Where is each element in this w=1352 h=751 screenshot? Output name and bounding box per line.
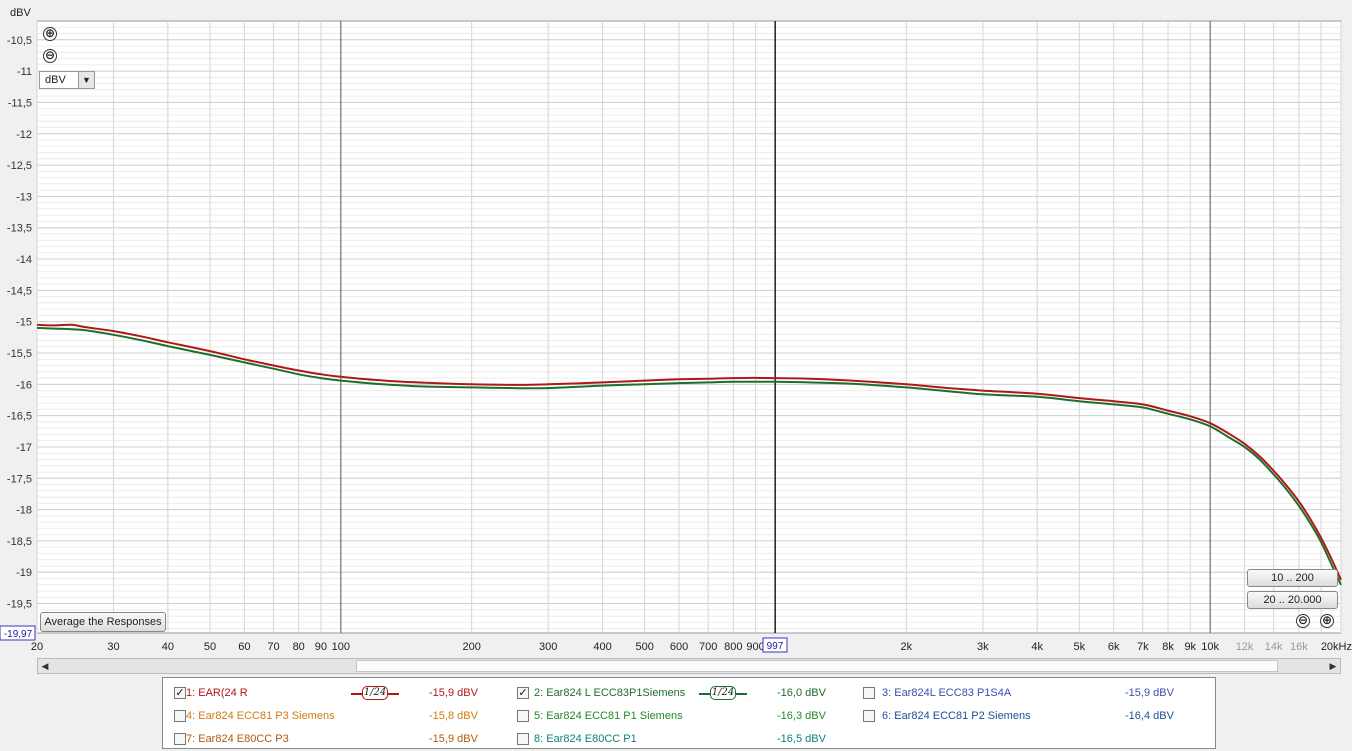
legend-label[interactable]: 5: Ear824 ECC81 P1 Siemens <box>534 707 683 725</box>
x-tick-label: 9k <box>1184 641 1196 653</box>
legend-value: -15,9 dBV <box>1125 687 1174 699</box>
x-tick-label: 700 <box>699 641 717 653</box>
y-tick-label: -17,5 <box>7 473 32 485</box>
legend-value: -16,0 dBV <box>777 687 826 699</box>
legend-value: -16,5 dBV <box>777 733 826 745</box>
x-tick-label: 70 <box>267 641 279 653</box>
y-tick-label: -16 <box>16 379 32 391</box>
chevron-down-icon[interactable]: ▼ <box>78 72 94 88</box>
x-tick-label: 4k <box>1031 641 1043 653</box>
unit-dropdown-value: dBV <box>45 74 66 86</box>
x-tick-label: 200 <box>462 641 480 653</box>
range-10-200-button[interactable]: 10 .. 200 <box>1247 569 1338 587</box>
y-tick-label: -19 <box>16 567 32 579</box>
x-axis-ticks: 20 30 40 50 60 70 80 90 100 200 300 400 500 600 700 800… <box>31 641 1352 653</box>
x-tick-label: 7k <box>1137 641 1149 653</box>
y-tick-label: -11,5 <box>8 97 32 109</box>
legend-checkbox[interactable] <box>517 733 529 745</box>
smoothing-badge[interactable]: 1/24 <box>351 686 399 700</box>
x-tick-label: 6k <box>1108 641 1120 653</box>
y-axis-ticks: -10,5 -11 -11,5 -12 -12,5 -13 -13,5 -14 -14,5 -15… <box>7 35 32 611</box>
x-zoom-out-icon[interactable]: ⊖ <box>1296 614 1310 628</box>
legend-value: -16,4 dBV <box>1125 710 1174 722</box>
legend-label[interactable]: 3: Ear824L ECC83 P1S4A <box>882 684 1011 702</box>
x-tick-label: 90 <box>315 641 327 653</box>
x-tick-label: 16k <box>1290 641 1308 653</box>
y-tick-label: -14 <box>16 254 32 266</box>
zoom-in-icon[interactable]: ⊕ <box>43 27 57 41</box>
scroll-left-icon[interactable]: ◀ <box>38 659 52 673</box>
x-tick-label: 30 <box>107 641 119 653</box>
x-tick-label: 500 <box>635 641 653 653</box>
smoothing-label: 1/24 <box>710 686 736 700</box>
y-tick-label: -13,5 <box>7 223 32 235</box>
legend-label[interactable]: 6: Ear824 ECC81 P2 Siemens <box>882 707 1031 725</box>
y-axis-unit-label: dBV <box>10 7 31 19</box>
smoothing-label: 1/24 <box>362 686 388 700</box>
frequency-response-chart[interactable]: -10,5 -11 -11,5 -12 -12,5 -13 -13,5 -14 -14,5 -15… <box>0 0 1352 751</box>
y-tick-label: -17 <box>16 442 32 454</box>
horizontal-scrollbar[interactable]: ◀ ▶ <box>37 658 1341 674</box>
x-tick-label: 600 <box>670 641 688 653</box>
x-tick-label: 300 <box>539 641 557 653</box>
x-tick-label: 20 <box>31 641 43 653</box>
x-tick-label: 5k <box>1073 641 1085 653</box>
y-tick-label: -13 <box>16 191 32 203</box>
y-tick-label: -18 <box>16 505 32 517</box>
x-tick-label: 50 <box>204 641 216 653</box>
scroll-right-icon[interactable]: ▶ <box>1326 659 1340 673</box>
y-tick-label: -15,5 <box>7 348 32 360</box>
unit-dropdown[interactable]: dBV ▼ <box>39 71 95 89</box>
legend-checkbox[interactable] <box>863 710 875 722</box>
legend-value: -15,8 dBV <box>429 710 478 722</box>
legend-value: -15,9 dBV <box>429 733 478 745</box>
cursor-x-readout: 997 <box>767 641 784 652</box>
x-tick-label: 12k <box>1236 641 1254 653</box>
x-tick-label: 100 <box>332 641 350 653</box>
legend-checkbox[interactable] <box>517 710 529 722</box>
y-tick-label: -12,5 <box>7 160 32 172</box>
legend-label[interactable]: 8: Ear824 E80CC P1 <box>534 730 637 748</box>
x-tick-label: 60 <box>238 641 250 653</box>
y-tick-label: -15 <box>16 317 32 329</box>
legend-label[interactable]: 1: EAR(24 R <box>186 684 248 702</box>
legend-label[interactable]: 2: Ear824 L ECC83P1Siemens <box>534 684 685 702</box>
average-responses-button[interactable]: Average the Responses <box>40 612 166 632</box>
zoom-out-icon[interactable]: ⊖ <box>43 49 57 63</box>
legend-label[interactable]: 7: Ear824 E80CC P3 <box>186 730 289 748</box>
x-tick-label: 10k <box>1201 641 1219 653</box>
x-zoom-in-icon[interactable]: ⊕ <box>1320 614 1334 628</box>
legend-value: -16,3 dBV <box>777 710 826 722</box>
y-tick-label: -18,5 <box>7 536 32 548</box>
legend-panel: ✓ 1: EAR(24 R 1/24 -15,9 dBV ✓ 2: Ear824 L EC… <box>162 677 1216 749</box>
legend-checkbox[interactable]: ✓ <box>517 687 529 699</box>
smoothing-badge[interactable]: 1/24 <box>699 686 747 700</box>
y-tick-label: -11 <box>17 66 32 78</box>
legend-checkbox[interactable] <box>174 710 186 722</box>
x-tick-label: 3k <box>977 641 989 653</box>
x-tick-label: 80 <box>293 641 305 653</box>
legend-checkbox[interactable]: ✓ <box>174 687 186 699</box>
x-tick-label: 40 <box>162 641 174 653</box>
x-tick-label: 400 <box>593 641 611 653</box>
y-tick-label: -19,5 <box>7 599 32 611</box>
y-tick-label: -12 <box>16 129 32 141</box>
legend-checkbox[interactable] <box>863 687 875 699</box>
range-20-20000-button[interactable]: 20 .. 20.000 <box>1247 591 1338 609</box>
scrollbar-thumb[interactable] <box>356 660 1278 672</box>
legend-value: -15,9 dBV <box>429 687 478 699</box>
y-tick-label: -14,5 <box>7 285 32 297</box>
x-tick-label: 900 <box>746 641 764 653</box>
x-tick-label: 8k <box>1162 641 1174 653</box>
legend-label[interactable]: 4: Ear824 ECC81 P3 Siemens <box>186 707 335 725</box>
x-tick-label: 14k <box>1265 641 1283 653</box>
x-tick-label: 2k <box>901 641 913 653</box>
legend-checkbox[interactable] <box>174 733 186 745</box>
x-tick-label: 20kHz <box>1321 641 1352 653</box>
cursor-y-readout: -19,97 <box>4 629 33 640</box>
x-tick-label: 800 <box>724 641 742 653</box>
y-tick-label: -16,5 <box>7 411 32 423</box>
y-tick-label: -10,5 <box>7 35 32 47</box>
